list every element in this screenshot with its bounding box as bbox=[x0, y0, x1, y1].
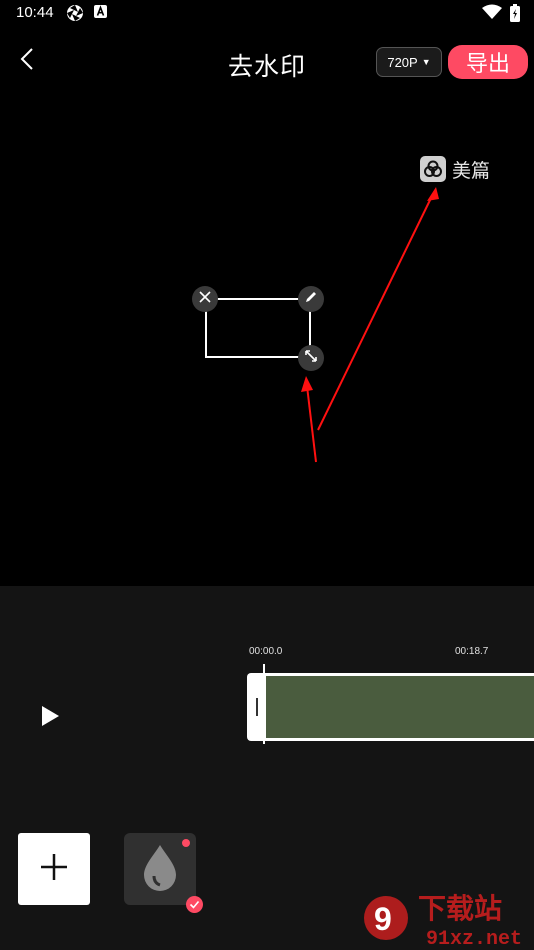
plus-icon bbox=[39, 852, 69, 887]
notification-dot bbox=[182, 839, 190, 847]
svg-text:9: 9 bbox=[374, 901, 392, 937]
play-button[interactable] bbox=[34, 702, 66, 734]
play-icon bbox=[40, 705, 60, 732]
playhead[interactable] bbox=[263, 664, 265, 744]
site-watermark-logo: 9 下载站 91xz.net bbox=[364, 892, 522, 950]
handle-grip bbox=[255, 698, 258, 716]
video-track[interactable] bbox=[264, 673, 534, 741]
site-badge-main: 下载站 bbox=[418, 892, 502, 925]
timeline-start-time: 00:00.0 bbox=[249, 646, 283, 657]
timeline-end-time: 00:18.7 bbox=[455, 646, 489, 657]
droplet-icon bbox=[140, 843, 180, 896]
check-icon bbox=[186, 896, 203, 913]
site-badge-sub: 91xz.net bbox=[426, 928, 522, 950]
add-button[interactable] bbox=[18, 833, 90, 905]
